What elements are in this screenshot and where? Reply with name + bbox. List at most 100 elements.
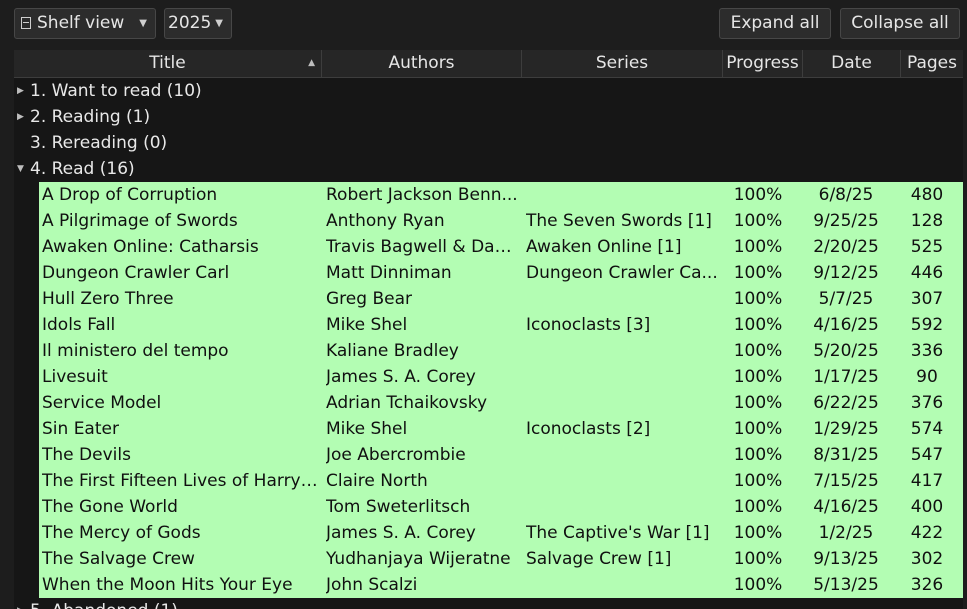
book-row[interactable]: The First Fifteen Lives of Harry ... Clai… (39, 468, 963, 494)
group-label: 3. Rereading (0) (30, 133, 168, 153)
book-date: 6/8/25 (818, 185, 874, 205)
book-row[interactable]: Il ministero del tempo Kaliane Bradley 100… (39, 338, 963, 364)
book-row[interactable]: The Mercy of Gods James S. A. Corey The Ca… (39, 520, 963, 546)
column-title[interactable]: Title ▲ (14, 50, 322, 77)
book-authors: Yudhanjaya Wijeratne (326, 549, 511, 569)
book-row[interactable]: When the Moon Hits Your Eye John Scalzi 10… (39, 572, 963, 598)
triangle-right-icon[interactable]: ▶ (17, 104, 27, 130)
year-dropdown[interactable]: 2025 ▼ (164, 8, 232, 39)
column-date[interactable]: Date (803, 50, 901, 77)
book-title: A Pilgrimage of Swords (42, 211, 238, 231)
book-authors: Adrian Tchaikovsky (326, 393, 488, 413)
book-authors: Mike Shel (326, 315, 408, 335)
book-authors: Kaliane Bradley (326, 341, 459, 361)
book-date: 1/2/25 (818, 523, 874, 543)
book-row[interactable]: The Devils Joe Abercrombie 100% 8/31/25 547 (39, 442, 963, 468)
book-row[interactable]: The Salvage Crew Yudhanjaya Wijeratne Salv… (39, 546, 963, 572)
book-pages: 400 (910, 497, 944, 517)
book-title: Il ministero del tempo (42, 341, 229, 361)
book-authors: Mike Shel (326, 419, 408, 439)
book-tree[interactable]: Title ▲ Authors Series Progress Date Pag… (14, 50, 963, 609)
book-authors: James S. A. Corey (326, 367, 476, 387)
shelf-view-label: Shelf view (37, 13, 125, 33)
book-series: Awaken Online [1] (526, 237, 682, 257)
book-series: Salvage Crew [1] (526, 549, 672, 569)
book-row[interactable]: The Gone World Tom Sweterlitsch 100% 4/16/2… (39, 494, 963, 520)
book-progress: 100% (733, 211, 783, 231)
book-pages: 336 (910, 341, 944, 361)
chevron-down-icon: ▼ (215, 18, 223, 29)
expand-all-button[interactable]: Expand all (719, 8, 831, 39)
book-progress: 100% (733, 185, 783, 205)
book-pages: 128 (910, 211, 944, 231)
book-title: Awaken Online: Catharsis (42, 237, 259, 257)
book-progress: 100% (733, 393, 783, 413)
book-date: 5/20/25 (813, 341, 879, 361)
book-progress: 100% (733, 445, 783, 465)
group-row-1-want-to-read[interactable]: ▶ 1. Want to read (10) (14, 78, 963, 104)
column-authors[interactable]: Authors (322, 50, 522, 77)
book-row[interactable]: Dungeon Crawler Carl Matt Dinniman Dungeon… (39, 260, 963, 286)
book-row[interactable]: Service Model Adrian Tchaikovsky 100% 6/22/… (39, 390, 963, 416)
book-progress: 100% (733, 471, 783, 491)
book-pages: 592 (910, 315, 944, 335)
book-date: 9/12/25 (813, 263, 879, 283)
book-authors: Anthony Ryan (326, 211, 445, 231)
book-progress: 100% (733, 263, 783, 283)
book-title: A Drop of Corruption (42, 185, 218, 205)
book-authors: John Scalzi (326, 575, 418, 595)
book-row[interactable]: Sin Eater Mike Shel Iconoclasts [2] 100% 1/2… (39, 416, 963, 442)
book-date: 2/20/25 (813, 237, 879, 257)
group-row-5-abandoned[interactable]: ▶5. Abandoned (1) (14, 598, 963, 609)
book-series: Dungeon Crawler Ca... (526, 263, 718, 283)
group-row-3-rereading[interactable]: 3. Rereading (0) (14, 130, 963, 156)
book-row[interactable]: A Pilgrimage of Swords Anthony Ryan The Se… (39, 208, 963, 234)
shelf-view-dropdown[interactable]: Shelf view ▼ (14, 8, 156, 39)
book-title: The First Fifteen Lives of Harry ... (42, 471, 318, 491)
group-label: 1. Want to read (10) (30, 81, 202, 101)
shelf-groups: ▶ 1. Want to read (10) ▶ 2. Reading (1) 3. R… (14, 78, 963, 609)
year-label: 2025 (168, 13, 212, 33)
book-authors: Travis Bagwell & Davi... (326, 237, 518, 257)
book-authors: James S. A. Corey (326, 523, 476, 543)
book-title: Idols Fall (42, 315, 116, 335)
book-title: Hull Zero Three (42, 289, 174, 309)
triangle-right-icon[interactable]: ▶ (17, 78, 27, 104)
book-authors: Joe Abercrombie (326, 445, 466, 465)
book-pages: 446 (910, 263, 944, 283)
book-progress: 100% (733, 575, 783, 595)
book-date: 9/13/25 (813, 549, 879, 569)
book-authors: Tom Sweterlitsch (326, 497, 471, 517)
book-row[interactable]: Idols Fall Mike Shel Iconoclasts [3] 100% 4/… (39, 312, 963, 338)
shelf-icon (21, 17, 31, 29)
book-title: The Gone World (42, 497, 178, 517)
book-title: Sin Eater (42, 419, 119, 439)
group-row-4-read[interactable]: ▼ 4. Read (16) (14, 156, 963, 182)
column-series[interactable]: Series (522, 50, 723, 77)
triangle-right-icon[interactable]: ▶ (17, 598, 27, 609)
book-list: A Drop of Corruption Robert Jackson Benn.… (39, 182, 963, 598)
column-progress[interactable]: Progress (723, 50, 803, 77)
book-date: 4/16/25 (813, 497, 879, 517)
collapse-all-button[interactable]: Collapse all (840, 8, 960, 39)
book-date: 9/25/25 (813, 211, 879, 231)
group-label: 4. Read (16) (30, 159, 135, 179)
book-title: Service Model (42, 393, 162, 413)
triangle-down-icon[interactable]: ▼ (17, 156, 27, 182)
book-row[interactable]: A Drop of Corruption Robert Jackson Benn.… (39, 182, 963, 208)
book-date: 5/7/25 (818, 289, 874, 309)
book-pages: 90 (916, 367, 938, 387)
book-row[interactable]: Livesuit James S. A. Corey 100% 1/17/25 90 (39, 364, 963, 390)
book-series: The Seven Swords [1] (526, 211, 712, 231)
book-pages: 422 (910, 523, 944, 543)
book-series: Iconoclasts [2] (526, 419, 651, 439)
book-progress: 100% (733, 237, 783, 257)
sort-ascending-icon: ▲ (308, 58, 315, 68)
book-progress: 100% (733, 289, 783, 309)
book-row[interactable]: Hull Zero Three Greg Bear 100% 5/7/25 307 (39, 286, 963, 312)
book-date: 1/29/25 (813, 419, 879, 439)
column-pages[interactable]: Pages (901, 50, 963, 77)
column-header: Title ▲ Authors Series Progress Date Pag… (14, 50, 963, 78)
book-row[interactable]: Awaken Online: Catharsis Travis Bagwell &… (39, 234, 963, 260)
group-row-2-reading[interactable]: ▶ 2. Reading (1) (14, 104, 963, 130)
